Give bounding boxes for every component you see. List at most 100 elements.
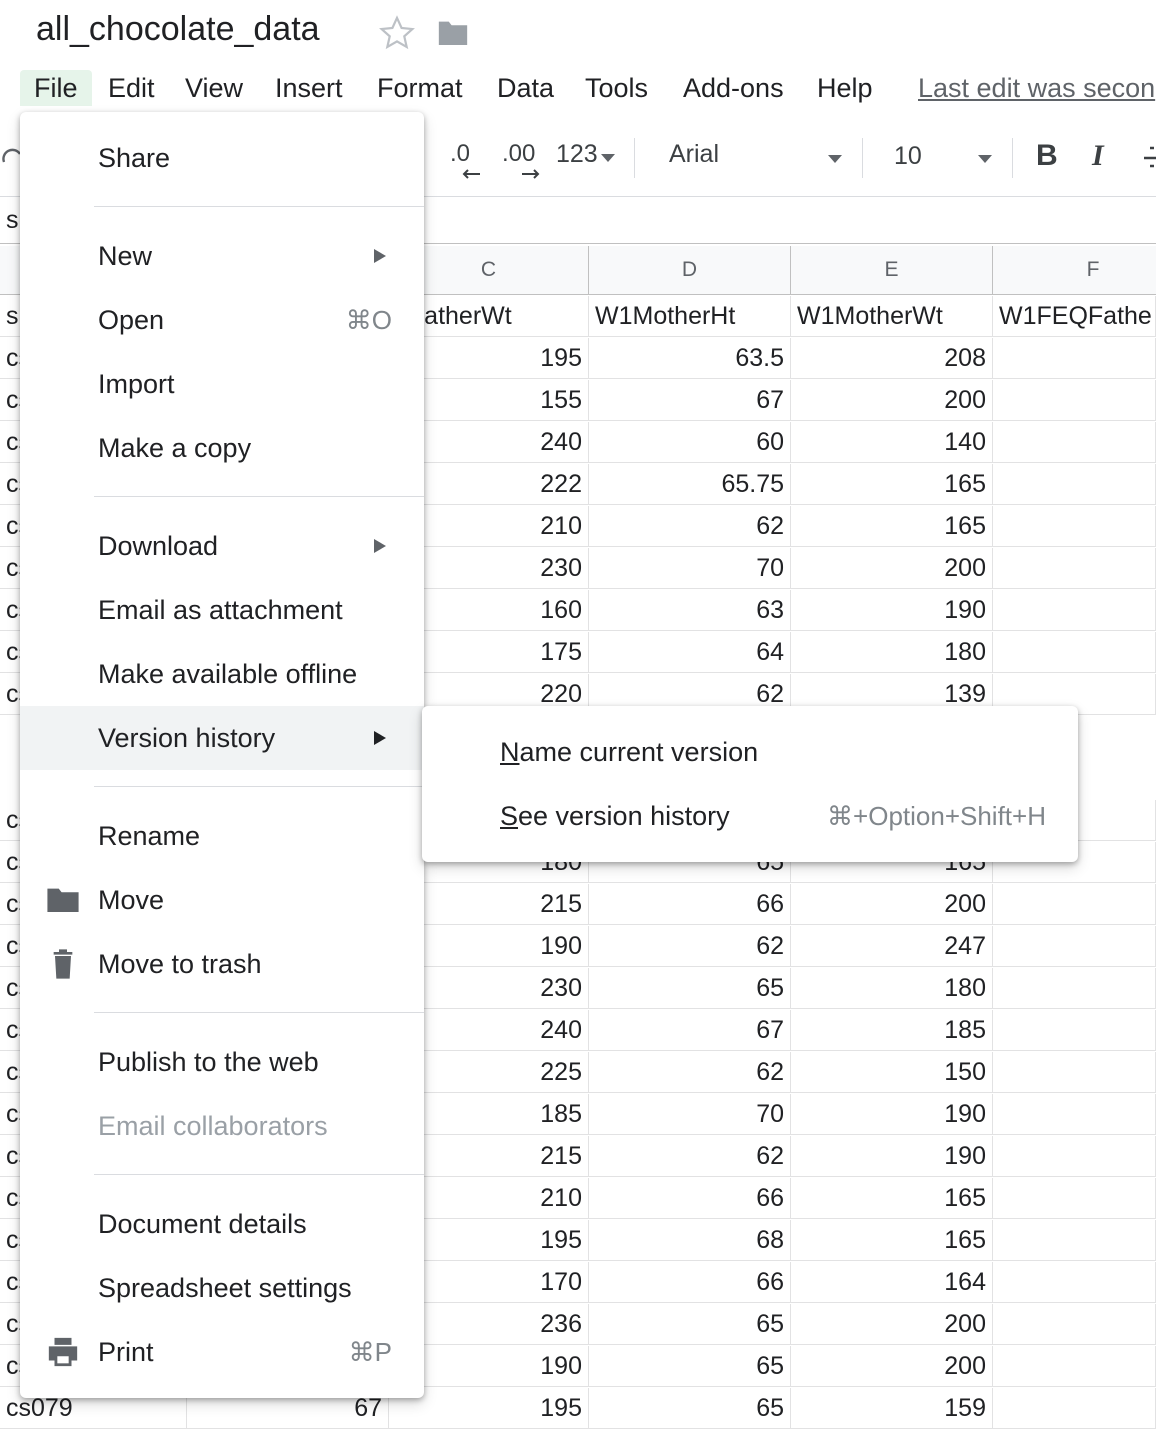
font-select[interactable]: Arial xyxy=(669,140,719,169)
menu-item-document-details[interactable]: Document details xyxy=(20,1192,424,1256)
menu-tools[interactable]: Tools xyxy=(571,70,662,106)
grid-cell[interactable] xyxy=(993,968,1156,1009)
grid-cell[interactable]: 60 xyxy=(589,422,791,463)
grid-cell[interactable]: 165 xyxy=(791,1178,993,1219)
menu-data[interactable]: Data xyxy=(483,70,568,106)
grid-cell[interactable]: 200 xyxy=(791,884,993,925)
grid-cell[interactable]: 67 xyxy=(589,380,791,421)
grid-cell[interactable]: 70 xyxy=(589,548,791,589)
menu-item-see-version-history[interactable]: See version history ⌘+Option+Shift+H xyxy=(422,784,1078,848)
grid-cell[interactable]: 65 xyxy=(589,1388,791,1429)
grid-cell[interactable] xyxy=(993,926,1156,967)
grid-cell[interactable]: 165 xyxy=(791,506,993,547)
folder-icon[interactable] xyxy=(436,18,470,48)
grid-cell[interactable]: 64 xyxy=(589,632,791,673)
star-icon[interactable] xyxy=(378,14,416,52)
menu-edit[interactable]: Edit xyxy=(94,70,169,106)
grid-cell[interactable]: 164 xyxy=(791,1262,993,1303)
menu-item-email-attachment[interactable]: Email as attachment xyxy=(20,578,424,642)
grid-cell[interactable] xyxy=(993,590,1156,631)
grid-cell[interactable]: 159 xyxy=(791,1388,993,1429)
menu-item-trash[interactable]: Move to trash xyxy=(20,932,424,996)
grid-cell[interactable] xyxy=(993,1304,1156,1345)
grid-cell[interactable]: 70 xyxy=(589,1094,791,1135)
menu-item-print[interactable]: Print ⌘P xyxy=(20,1320,424,1384)
grid-cell[interactable]: 62 xyxy=(589,1136,791,1177)
grid-cell[interactable]: 65.75 xyxy=(589,464,791,505)
menu-item-move[interactable]: Move xyxy=(20,868,424,932)
menu-insert[interactable]: Insert xyxy=(261,70,357,106)
grid-cell[interactable]: 165 xyxy=(791,1220,993,1261)
grid-cell[interactable]: 247 xyxy=(791,926,993,967)
redo-icon[interactable] xyxy=(2,146,22,166)
menu-item-share[interactable]: Share xyxy=(20,126,424,190)
column-header-d[interactable]: D xyxy=(589,246,791,294)
last-edit-link[interactable]: Last edit was secon xyxy=(918,70,1155,106)
grid-cell[interactable] xyxy=(993,1094,1156,1135)
grid-cell[interactable]: 165 xyxy=(791,464,993,505)
italic-button[interactable]: I xyxy=(1092,139,1104,173)
grid-cell[interactable]: 62 xyxy=(589,926,791,967)
more-formats-button[interactable]: 123 xyxy=(556,140,598,169)
grid-cell[interactable] xyxy=(993,422,1156,463)
grid-cell[interactable]: 63 xyxy=(589,590,791,631)
grid-cell[interactable] xyxy=(993,1262,1156,1303)
grid-cell[interactable]: 190 xyxy=(791,1094,993,1135)
grid-cell[interactable]: 190 xyxy=(791,590,993,631)
menu-item-open[interactable]: Open ⌘O xyxy=(20,288,424,352)
grid-cell[interactable] xyxy=(993,1136,1156,1177)
font-size-select[interactable]: 10 xyxy=(894,142,922,171)
grid-cell[interactable]: 65 xyxy=(589,968,791,1009)
grid-cell[interactable] xyxy=(993,506,1156,547)
menu-item-rename[interactable]: Rename xyxy=(20,804,424,868)
increase-decimal-button[interactable]: .00 xyxy=(502,140,535,168)
menu-format[interactable]: Format xyxy=(363,70,477,106)
menu-item-publish[interactable]: Publish to the web xyxy=(20,1030,424,1094)
grid-cell[interactable]: 66 xyxy=(589,884,791,925)
grid-cell[interactable]: 140 xyxy=(791,422,993,463)
menu-view[interactable]: View xyxy=(171,70,257,106)
grid-cell[interactable] xyxy=(993,632,1156,673)
grid-cell[interactable]: 200 xyxy=(791,380,993,421)
grid-cell[interactable] xyxy=(993,1346,1156,1387)
grid-cell[interactable]: 62 xyxy=(589,506,791,547)
menu-item-import[interactable]: Import xyxy=(20,352,424,416)
grid-cell[interactable] xyxy=(993,338,1156,379)
grid-cell[interactable] xyxy=(993,1388,1156,1429)
menu-item-version-history[interactable]: Version history xyxy=(20,706,424,770)
grid-cell[interactable]: 63.5 xyxy=(589,338,791,379)
header-cell[interactable]: W1MotherHt xyxy=(589,296,791,337)
menu-help[interactable]: Help xyxy=(803,70,887,106)
menu-item-download[interactable]: Download xyxy=(20,514,424,578)
grid-cell[interactable]: 200 xyxy=(791,1304,993,1345)
grid-cell[interactable]: 200 xyxy=(791,548,993,589)
grid-cell[interactable]: 180 xyxy=(791,632,993,673)
header-cell[interactable]: W1MotherWt xyxy=(791,296,993,337)
grid-cell[interactable]: 62 xyxy=(589,1052,791,1093)
strikethrough-icon[interactable] xyxy=(1144,144,1156,172)
grid-cell[interactable]: 190 xyxy=(791,1136,993,1177)
grid-cell[interactable] xyxy=(993,1010,1156,1051)
grid-cell[interactable] xyxy=(993,1220,1156,1261)
bold-button[interactable]: B xyxy=(1036,139,1058,173)
menu-file[interactable]: File xyxy=(20,70,92,106)
grid-cell[interactable]: 66 xyxy=(589,1178,791,1219)
grid-cell[interactable]: 67 xyxy=(589,1010,791,1051)
column-header-f[interactable]: F xyxy=(993,246,1156,294)
grid-cell[interactable]: 150 xyxy=(791,1052,993,1093)
grid-cell[interactable]: 65 xyxy=(589,1346,791,1387)
grid-cell[interactable] xyxy=(993,1178,1156,1219)
grid-cell[interactable] xyxy=(993,464,1156,505)
menu-item-offline[interactable]: Make available offline xyxy=(20,642,424,706)
decrease-decimal-button[interactable]: .0 xyxy=(450,140,470,168)
name-box[interactable]: s xyxy=(6,206,19,235)
grid-cell[interactable] xyxy=(993,548,1156,589)
menu-item-name-current-version[interactable]: Name current version xyxy=(422,720,1078,784)
grid-cell[interactable]: 208 xyxy=(791,338,993,379)
grid-cell[interactable]: 65 xyxy=(589,1304,791,1345)
menu-addons[interactable]: Add-ons xyxy=(669,70,798,106)
menu-item-spreadsheet-settings[interactable]: Spreadsheet settings xyxy=(20,1256,424,1320)
grid-cell[interactable]: 180 xyxy=(791,968,993,1009)
document-title[interactable]: all_chocolate_data xyxy=(36,10,320,49)
grid-cell[interactable] xyxy=(993,884,1156,925)
